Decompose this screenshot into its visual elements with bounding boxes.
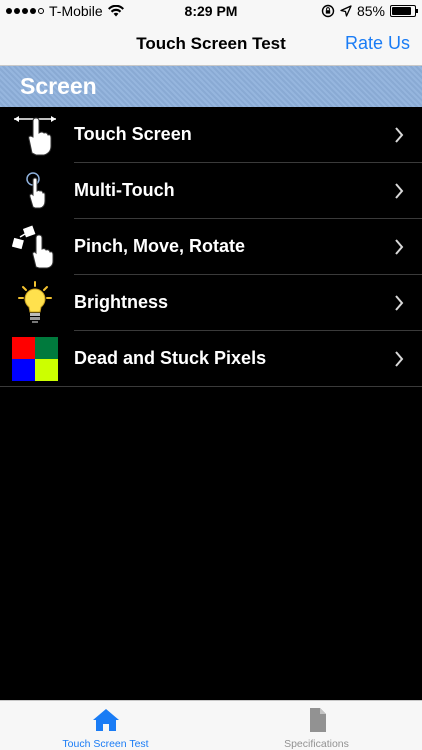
- list-item-label: Multi-Touch: [74, 180, 175, 200]
- location-icon: [340, 5, 352, 17]
- status-bar: T-Mobile 8:29 PM 85%: [0, 0, 422, 22]
- pixel-blue: [12, 359, 35, 381]
- status-right: 85%: [321, 3, 418, 19]
- tab-specifications[interactable]: Specifications: [211, 701, 422, 750]
- section-title: Screen: [20, 73, 97, 99]
- row-separator: [0, 386, 422, 387]
- pinch-hand-icon: [12, 225, 58, 269]
- lightbulb-icon: [12, 281, 58, 325]
- list-item-label: Brightness: [74, 292, 169, 312]
- document-icon: [302, 707, 332, 733]
- chevron-right-icon: [395, 295, 404, 311]
- test-list: Touch Screen Multi-Touch Pinch, Move, Ro…: [0, 107, 422, 387]
- pixel-yellow: [35, 359, 58, 381]
- chevron-right-icon: [395, 183, 404, 199]
- rotation-lock-icon: [321, 4, 335, 18]
- section-header: Screen: [0, 66, 422, 107]
- list-item-multi-touch[interactable]: Multi-Touch: [0, 163, 422, 219]
- chevron-right-icon: [395, 127, 404, 143]
- swipe-hand-icon: [12, 113, 58, 157]
- tab-touch-screen-test[interactable]: Touch Screen Test: [0, 701, 211, 750]
- tab-bar: Touch Screen Test Specifications: [0, 700, 422, 750]
- chevron-right-icon: [395, 239, 404, 255]
- color-pixels-icon: [12, 337, 58, 381]
- chevron-right-icon: [395, 351, 404, 367]
- list-item-dead-stuck-pixels[interactable]: Dead and Stuck Pixels: [0, 331, 422, 387]
- battery-icon: [390, 5, 418, 17]
- pixel-red: [12, 337, 35, 359]
- battery-percent: 85%: [356, 3, 385, 19]
- list-item-pinch-move-rotate[interactable]: Pinch, Move, Rotate: [0, 219, 422, 275]
- list-item-label: Dead and Stuck Pixels: [74, 348, 267, 368]
- list-item-touch-screen[interactable]: Touch Screen: [0, 107, 422, 163]
- pointing-hand-icon: [12, 169, 58, 213]
- home-icon: [91, 707, 121, 733]
- list-item-label: Touch Screen: [74, 124, 192, 144]
- rate-us-button[interactable]: Rate Us: [345, 33, 410, 54]
- tab-label: Specifications: [284, 738, 349, 750]
- pixel-grid: [12, 337, 58, 381]
- navigation-bar: Touch Screen Test Rate Us: [0, 22, 422, 66]
- pixel-green: [35, 337, 58, 359]
- battery-fill: [392, 7, 411, 15]
- list-item-label: Pinch, Move, Rotate: [74, 236, 246, 256]
- list-item-brightness[interactable]: Brightness: [0, 275, 422, 331]
- tab-label: Touch Screen Test: [62, 738, 149, 750]
